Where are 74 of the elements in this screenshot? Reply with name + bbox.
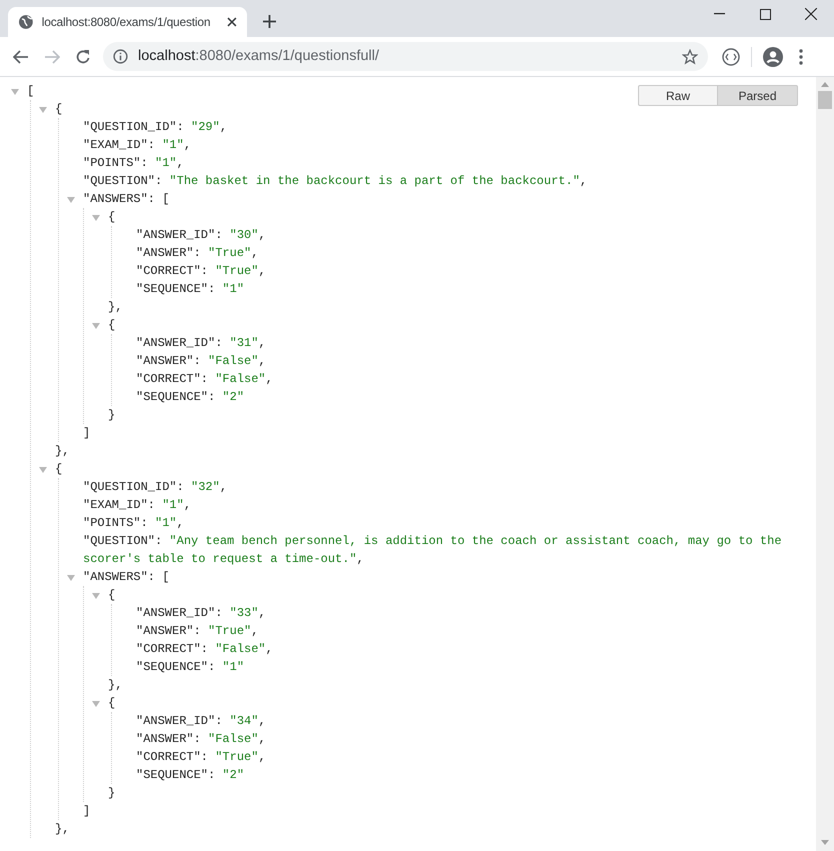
menu-icon[interactable]: [799, 48, 803, 64]
collapse-toggle-icon[interactable]: [92, 214, 100, 222]
collapse-toggle-icon[interactable]: [67, 574, 75, 582]
json-line: "ANSWER_ID": "30",: [136, 227, 266, 244]
close-window-icon[interactable]: [805, 8, 817, 20]
json-line: "POINTS": "1",: [83, 515, 184, 532]
json-line: "SEQUENCE": "1": [136, 281, 244, 298]
close-icon[interactable]: [227, 17, 237, 27]
json-line: {: [108, 695, 116, 712]
json-line: [: [27, 83, 34, 100]
json-line: "CORRECT": "False",: [136, 641, 273, 658]
json-line: "QUESTION": "Any team bench personnel, is addition to the coach or assistant coach, may go to the scorer's table to request a time-out.",: [83, 533, 783, 568]
json-line: "QUESTION_ID": "29",: [83, 119, 228, 136]
json-line: "ANSWER": "False",: [136, 731, 266, 748]
collapse-toggle-icon[interactable]: [11, 88, 19, 96]
json-line: "EXAM_ID": "1",: [83, 497, 192, 514]
json-line: "POINTS": "1",: [83, 155, 184, 172]
json-line: "SEQUENCE": "2": [136, 389, 244, 406]
json-line: "ANSWER_ID": "34",: [136, 713, 266, 730]
back-icon[interactable]: [13, 50, 29, 64]
collapse-toggle-icon[interactable]: [67, 196, 75, 204]
json-line: "ANSWER": "True",: [136, 623, 258, 640]
json-line: "QUESTION_ID": "32",: [83, 479, 228, 496]
json-line: }: [108, 407, 116, 424]
account-icon[interactable]: [763, 46, 783, 66]
maximize-icon[interactable]: [760, 8, 770, 20]
browser-tab[interactable]: localhost:8080/exams/1/question: [8, 7, 247, 37]
json-line: "ANSWER_ID": "31",: [136, 335, 266, 352]
extension-icon[interactable]: [722, 48, 740, 66]
json-line: "ANSWER": "False",: [136, 353, 266, 370]
scroll-down-icon[interactable]: [821, 840, 829, 845]
url-text: localhost:8080/exams/1/questionsfull/: [138, 46, 380, 66]
json-line: },: [55, 821, 70, 838]
json-line: "EXAM_ID": "1",: [83, 137, 192, 154]
new-tab-icon[interactable]: [263, 15, 276, 28]
collapse-toggle-icon[interactable]: [92, 322, 100, 330]
json-line: },: [55, 443, 70, 460]
globe-icon: [18, 14, 34, 30]
json-line: {: [55, 101, 62, 118]
json-line: {: [55, 461, 62, 478]
json-line: },: [108, 299, 122, 316]
json-line: "ANSWER": "True",: [136, 245, 258, 262]
scroll-thumb[interactable]: [818, 91, 832, 109]
address-bar[interactable]: localhost:8080/exams/1/questionsfull/: [103, 42, 708, 71]
tab-title: localhost:8080/exams/1/question: [42, 14, 212, 31]
json-line: {: [108, 587, 116, 604]
json-line: "CORRECT": "False",: [136, 371, 273, 388]
json-line: "QUESTION": "The basket in the backcourt is a part of the backcourt.",: [83, 173, 588, 190]
json-line: }: [108, 785, 116, 802]
info-icon[interactable]: [113, 49, 128, 64]
json-line: ]: [83, 425, 90, 442]
view-toggle-button[interactable]: Raw: [638, 85, 718, 106]
json-line: ]: [83, 803, 90, 820]
minimize-icon[interactable]: [714, 13, 724, 15]
scroll-up-icon[interactable]: [821, 82, 829, 87]
reload-icon[interactable]: [75, 48, 91, 64]
json-line: "CORRECT": "True",: [136, 263, 266, 280]
json-line: "ANSWERS": [: [83, 569, 170, 586]
json-line: "ANSWER_ID": "33",: [136, 605, 266, 622]
json-line: "SEQUENCE": "1": [136, 659, 244, 676]
collapse-toggle-icon[interactable]: [39, 106, 47, 114]
collapse-toggle-icon[interactable]: [39, 466, 47, 474]
collapse-toggle-icon[interactable]: [92, 592, 100, 600]
view-toggle-button[interactable]: Parsed: [718, 85, 798, 106]
json-line: "SEQUENCE": "2": [136, 767, 244, 784]
star-icon[interactable]: [682, 48, 698, 64]
scrollbar[interactable]: [816, 77, 834, 851]
forward-icon[interactable]: [44, 50, 60, 64]
collapse-toggle-icon[interactable]: [92, 700, 100, 708]
json-line: "CORRECT": "True",: [136, 749, 266, 766]
json-line: },: [108, 677, 122, 694]
json-line: "ANSWERS": [: [83, 191, 170, 208]
json-line: {: [108, 317, 116, 334]
json-line: {: [108, 209, 116, 226]
